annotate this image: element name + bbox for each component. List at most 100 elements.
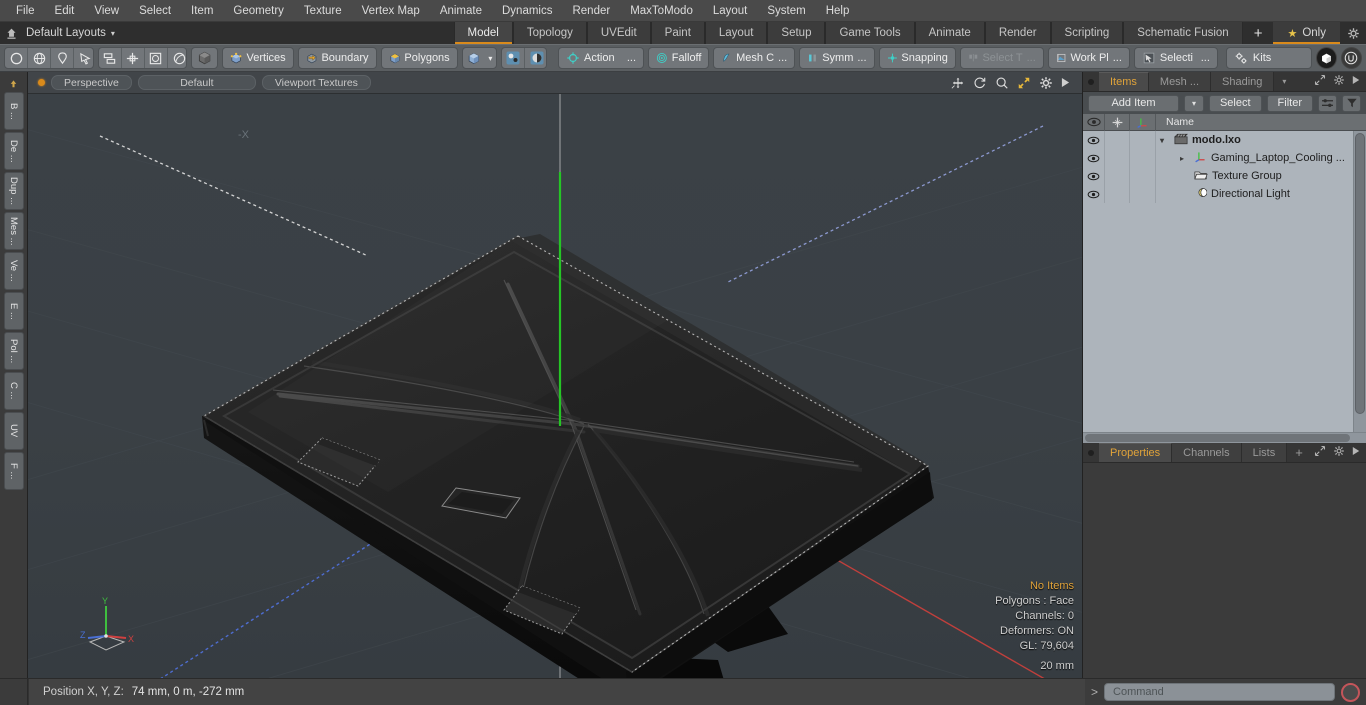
viewport-textures-button[interactable]: Viewport Textures (261, 75, 371, 90)
eye-icon[interactable] (1083, 167, 1105, 185)
menu-item-dynamics[interactable]: Dynamics (492, 0, 562, 22)
filter-funnel-icon[interactable] (1342, 94, 1361, 112)
tab-uvedit[interactable]: UVEdit (586, 22, 651, 44)
menu-item-animate[interactable]: Animate (430, 0, 492, 22)
circle-icon[interactable] (5, 48, 28, 68)
vtab-fusion[interactable]: F ... (3, 452, 24, 490)
vtab-mesh[interactable]: Mes ... (3, 212, 24, 250)
symmetry-button[interactable]: Symm ... (799, 47, 875, 69)
item-axis-cell[interactable] (1130, 149, 1156, 167)
scrollbar-thumb[interactable] (1355, 133, 1365, 414)
list-item[interactable]: Directional Light (1083, 185, 1366, 203)
material-ball-icon[interactable] (525, 48, 546, 68)
ellipse-icon[interactable] (168, 48, 187, 68)
paint-select-icon[interactable] (74, 48, 93, 68)
expand-icon[interactable] (1314, 445, 1326, 460)
tab-model[interactable]: Model (453, 22, 513, 44)
tab-properties[interactable]: Properties (1099, 443, 1173, 462)
unreal-icon[interactable] (1340, 47, 1362, 69)
list-item[interactable]: ▾ modo.lxo (1083, 131, 1366, 149)
select-mode-polygons[interactable]: Polygons (380, 47, 458, 69)
menu-item-geometry[interactable]: Geometry (223, 0, 294, 22)
action-center-button[interactable]: Action ... (558, 47, 645, 69)
item-axis-cell[interactable] (1130, 167, 1156, 185)
zoom-icon[interactable] (995, 76, 1009, 90)
vtab-vertex[interactable]: Ve ... (3, 252, 24, 290)
snapping-button[interactable]: Snapping (878, 47, 956, 69)
menu-item-select[interactable]: Select (129, 0, 181, 22)
tab-scripting[interactable]: Scripting (1050, 22, 1124, 44)
vtab-basic[interactable]: B ... (3, 92, 24, 130)
viewport-gear-icon[interactable] (1039, 76, 1053, 90)
vtab-deform[interactable]: De ... (3, 132, 24, 170)
chevron-down-icon[interactable]: ▾ (1274, 72, 1294, 91)
item-lock-cell[interactable] (1105, 167, 1130, 185)
3d-viewport[interactable]: -X No Items Polygons: Face Channels: 0 … (28, 94, 1082, 678)
vtab-uv[interactable]: UV (3, 412, 24, 450)
add-item-button[interactable]: Add Item (1088, 94, 1179, 112)
item-lock-cell[interactable] (1105, 149, 1130, 167)
filter-button[interactable]: Filter (1266, 94, 1313, 112)
eye-icon[interactable] (1083, 185, 1105, 203)
menu-item-help[interactable]: Help (816, 0, 860, 22)
tab-render[interactable]: Render (984, 22, 1051, 44)
item-axis-cell[interactable] (1130, 185, 1156, 203)
fit-icon[interactable] (1017, 76, 1031, 90)
menu-item-view[interactable]: View (84, 0, 129, 22)
only-toggle-button[interactable]: ★ Only (1273, 22, 1340, 44)
tab-topology[interactable]: Topology (512, 22, 587, 44)
tab-mesh-ops[interactable]: Mesh ... (1148, 72, 1212, 91)
tab-lists[interactable]: Lists (1241, 443, 1288, 462)
item-axis-cell[interactable] (1130, 131, 1156, 149)
tab-layout[interactable]: Layout (704, 22, 768, 44)
play-icon[interactable] (1061, 77, 1070, 88)
menu-item-file[interactable]: File (6, 0, 45, 22)
viewport-projection-button[interactable]: Perspective (51, 75, 132, 90)
select-mode-boundary[interactable]: Boundary (297, 47, 377, 69)
record-icon[interactable] (1341, 682, 1360, 702)
lasso-icon[interactable] (51, 48, 74, 68)
cube-preset-dropdown[interactable]: ▾ (461, 47, 498, 69)
eye-icon[interactable] (1083, 131, 1105, 149)
layout-selector[interactable]: Default Layouts ▾ (22, 22, 125, 44)
menu-item-render[interactable]: Render (562, 0, 620, 22)
pin-icon[interactable] (4, 76, 24, 92)
menu-item-item[interactable]: Item (181, 0, 223, 22)
item-row-mesh[interactable]: ▸ Gaming_Laptop_Cooling ... (1156, 150, 1366, 166)
material-sphere-icon[interactable] (502, 48, 526, 68)
pan-icon[interactable] (951, 76, 965, 90)
square-icon[interactable] (145, 48, 168, 68)
item-list[interactable]: ▾ modo.lxo ▸ Gaming_Laptop_Cooling ... T… (1083, 131, 1366, 432)
tab-channels[interactable]: Channels (1172, 443, 1242, 462)
tab-animate[interactable]: Animate (914, 22, 985, 44)
tab-paint[interactable]: Paint (650, 22, 705, 44)
tab-game-tools[interactable]: Game Tools (825, 22, 915, 44)
item-list-vertical-scrollbar[interactable] (1353, 131, 1366, 432)
tab-items[interactable]: Items (1099, 72, 1149, 91)
tab-schematic-fusion[interactable]: Schematic Fusion (1123, 22, 1243, 44)
globe-icon[interactable] (28, 48, 51, 68)
properties-play-icon[interactable] (1352, 446, 1360, 459)
work-plane-button[interactable]: Work Pl ... (1047, 47, 1130, 69)
item-row-directional-light[interactable]: Directional Light (1156, 186, 1366, 202)
item-list-horizontal-scrollbar[interactable] (1083, 432, 1366, 443)
tab-setup[interactable]: Setup (767, 22, 826, 44)
layout-gear-icon[interactable] (1340, 22, 1366, 44)
vtab-curve[interactable]: C ... (3, 372, 24, 410)
item-row-scene[interactable]: ▾ modo.lxo (1156, 133, 1366, 148)
expand-icon[interactable] (1314, 74, 1326, 89)
vtab-polygon[interactable]: Pol ... (3, 332, 24, 370)
menu-item-layout[interactable]: Layout (703, 0, 758, 22)
scrollbar-thumb[interactable] (1085, 434, 1350, 442)
add-item-dropdown-icon[interactable]: ▾ (1183, 94, 1204, 112)
list-options-icon[interactable] (1318, 94, 1337, 112)
select-through-button[interactable]: Select T ... (959, 47, 1044, 69)
item-row-texture-group[interactable]: Texture Group (1156, 169, 1366, 184)
menu-item-texture[interactable]: Texture (294, 0, 352, 22)
vtab-duplicate[interactable]: Dup ... (3, 172, 24, 210)
vtab-edge[interactable]: E ... (3, 292, 24, 330)
eye-icon[interactable] (1083, 149, 1105, 167)
menu-item-vertex-map[interactable]: Vertex Map (352, 0, 430, 22)
viewport-style-button[interactable]: Default (137, 75, 256, 90)
menu-item-system[interactable]: System (757, 0, 815, 22)
